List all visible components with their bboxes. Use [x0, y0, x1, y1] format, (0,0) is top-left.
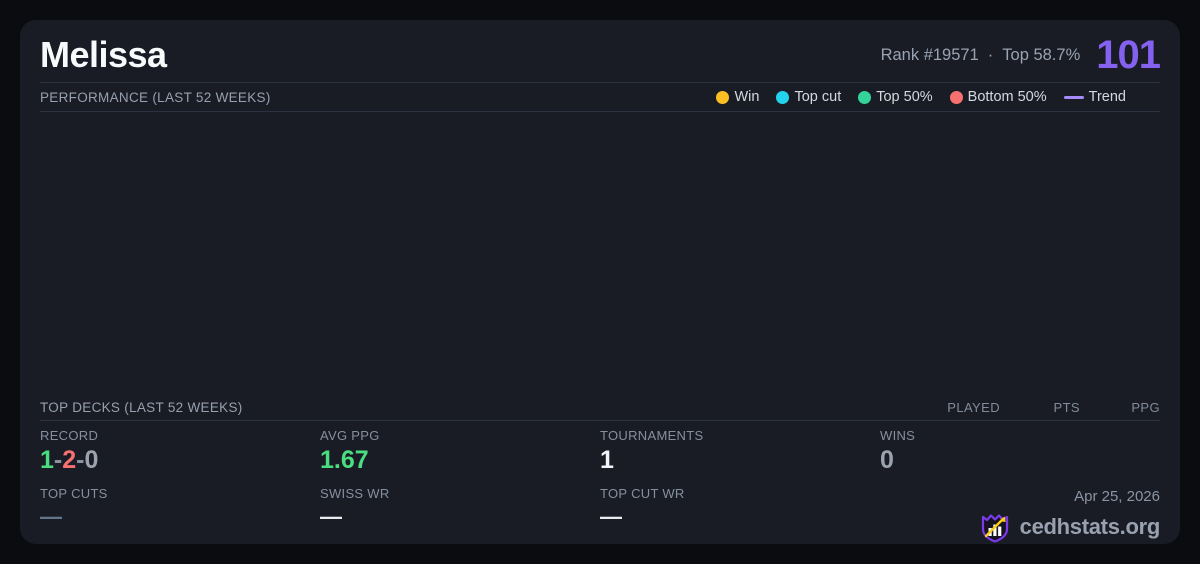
trend-line-icon [1063, 95, 1084, 99]
player-stats-card: Melissa Rank #19571 · Top 58.7% 101 PERF… [20, 20, 1180, 544]
bottom-50-dot-icon [949, 90, 963, 104]
stat-swiss-wr: SWISS WR — [320, 486, 600, 544]
swiss-wr-value: — [320, 504, 342, 529]
legend-item-bottom-50: Bottom 50% [949, 89, 1047, 106]
stat-record: RECORD 1-2-0 [40, 428, 320, 486]
site-name: cedhstats.org [1019, 514, 1161, 539]
legend-label: Win [734, 89, 760, 106]
site-branding[interactable]: cedhstats.org [978, 510, 1160, 544]
legend-label: Bottom 50% [967, 89, 1047, 106]
performance-chart-area [40, 112, 1160, 395]
record-wins: 1 [40, 446, 54, 474]
win-dot-icon [716, 90, 730, 104]
stats-grid: RECORD 1-2-0 AVG PPG 1.67 TOURNAMENTS 1 … [40, 421, 1160, 544]
record-draws: 0 [84, 446, 99, 474]
top-cut-wr-value: — [600, 504, 622, 529]
rank-area: Rank #19571 · Top 58.7% 101 [881, 32, 1161, 78]
column-header-played: PLAYED [947, 399, 1000, 415]
record-value: 1-2-0 [40, 446, 320, 475]
stat-label: TOP CUTS [40, 486, 108, 501]
top-percent: Top 58.7% [1002, 45, 1081, 64]
stat-label: TOP CUT WR [600, 486, 685, 501]
stat-wins: WINS 0 [880, 428, 1160, 486]
performance-header: PERFORMANCE (LAST 52 WEEKS) Win Top cut … [40, 83, 1160, 113]
top-decks-columns: PLAYED PTS PPG [920, 400, 1160, 415]
record-separator: - [53, 446, 63, 474]
stat-top-cut-wr: TOP CUT WR — [600, 486, 880, 544]
record-losses: 2 [62, 446, 77, 474]
column-header-pts: PTS [1053, 399, 1080, 415]
stat-label: AVG PPG [320, 428, 380, 443]
top-decks-header: TOP DECKS (LAST 52 WEEKS) PLAYED PTS PPG [40, 395, 1160, 421]
legend-item-win: Win [716, 89, 759, 105]
stat-tournaments: TOURNAMENTS 1 [600, 428, 880, 486]
points-value: 101 [1096, 32, 1161, 77]
card-header: Melissa Rank #19571 · Top 58.7% 101 [40, 20, 1161, 84]
legend-label: Top cut [794, 89, 842, 106]
rank-separator: · [987, 45, 994, 64]
top-cuts-value: — [40, 504, 62, 529]
stat-label: TOURNAMENTS [600, 428, 704, 443]
performance-section-title: PERFORMANCE (LAST 52 WEEKS) [40, 89, 271, 105]
wins-value: 0 [880, 446, 894, 474]
legend-label: Trend [1088, 89, 1126, 106]
cedhstats-logo-icon [978, 510, 1012, 544]
stat-label: SWISS WR [320, 486, 390, 501]
rank-text: Rank #19571 · Top 58.7% [881, 46, 1081, 65]
footer: Apr 25, 2026 cedhstats.org [880, 486, 1160, 544]
top-50-dot-icon [858, 90, 872, 104]
top-cut-dot-icon [776, 90, 790, 104]
page-title: Melissa [40, 34, 167, 76]
legend-item-top-50: Top 50% [858, 89, 933, 106]
legend-item-top-cut: Top cut [776, 89, 841, 105]
tournaments-value: 1 [600, 446, 614, 474]
avg-ppg-value: 1.67 [320, 446, 369, 474]
stat-avg-ppg: AVG PPG 1.67 [320, 428, 600, 486]
stat-label: RECORD [40, 428, 99, 443]
legend-item-trend: Trend [1063, 89, 1126, 106]
legend-label: Top 50% [876, 89, 933, 106]
top-decks-section-title: TOP DECKS (LAST 52 WEEKS) [40, 399, 243, 415]
stat-top-cuts: TOP CUTS — [40, 486, 320, 544]
chart-legend: Win Top cut Top 50% Bottom 50% Trend [716, 89, 1126, 105]
generated-date: Apr 25, 2026 [1074, 488, 1160, 505]
stat-label: WINS [880, 428, 916, 443]
rank-number: Rank #19571 [880, 45, 979, 64]
column-header-ppg: PPG [1131, 399, 1160, 415]
